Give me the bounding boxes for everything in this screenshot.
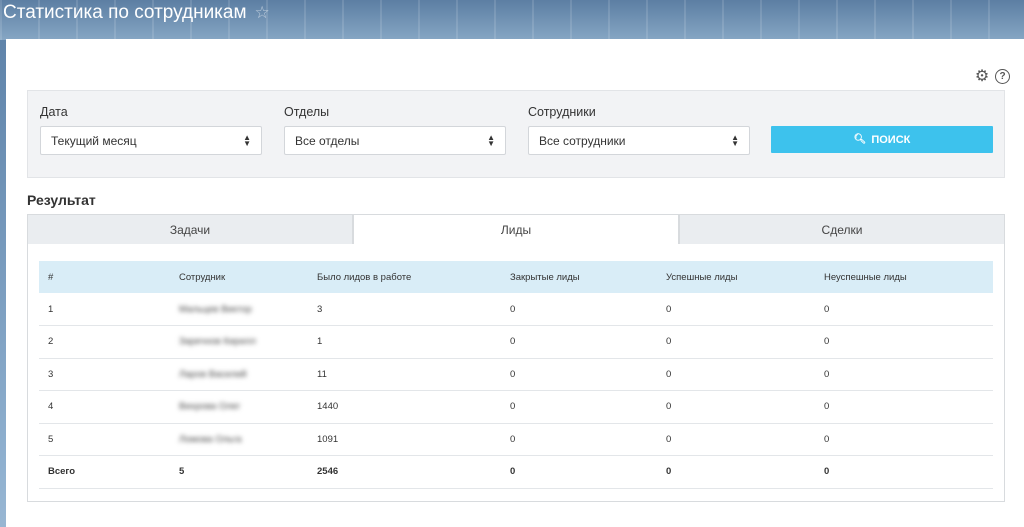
employees-select[interactable]: Все сотрудники ▲ ▼ bbox=[528, 126, 750, 155]
cell-closed-leads: 0 bbox=[510, 368, 516, 380]
tab-deals[interactable]: Сделки bbox=[679, 214, 1005, 245]
page-title-text: Статистика по сотрудникам bbox=[3, 2, 247, 23]
search-icon: 🔍︎ bbox=[853, 134, 867, 145]
column-header-number[interactable]: # bbox=[39, 261, 170, 293]
gear-icon[interactable]: ⚙ bbox=[974, 69, 990, 85]
cell-number: 1 bbox=[48, 303, 54, 315]
cell-leads-in-work: 11 bbox=[317, 368, 327, 380]
departments-select-value: Все отделы bbox=[295, 133, 360, 148]
table-row: 4 Вихрова Олег 1440 0 0 0 bbox=[39, 391, 993, 424]
cell-employee[interactable]: Вихрова Олег bbox=[170, 391, 308, 424]
cell-closed-leads: 0 bbox=[510, 336, 516, 348]
cell-employee[interactable]: Ломова Ольга bbox=[170, 423, 308, 456]
cell-unsuccessful-leads: 0 bbox=[824, 368, 830, 380]
leads-table: # Сотрудник Было лидов в работе Закрытые… bbox=[39, 261, 993, 489]
main-panel: ⚙ ? Дата Текущий месяц ▲ ▼ Отделы Все отд… bbox=[6, 39, 1024, 527]
date-select[interactable]: Текущий месяц ▲ ▼ bbox=[40, 126, 262, 155]
search-button-label: ПОИСК bbox=[871, 133, 911, 146]
cell-employee[interactable]: Мальцев Виктор bbox=[170, 293, 308, 326]
table-row: 2 Заречнов Кирилл 1 0 0 0 bbox=[39, 326, 993, 359]
tab-tasks[interactable]: Задачи bbox=[27, 214, 353, 245]
cell-total-closed-leads: 0 bbox=[510, 466, 516, 478]
select-arrows-icon: ▲ ▼ bbox=[487, 132, 495, 148]
column-header-unsuccessful-leads[interactable]: Неуспешные лиды bbox=[815, 261, 993, 293]
help-icon[interactable]: ? bbox=[995, 69, 1010, 84]
top-icons: ⚙ ? bbox=[974, 69, 1010, 85]
departments-select[interactable]: Все отделы ▲ ▼ bbox=[284, 126, 506, 155]
select-arrows-icon: ▲ ▼ bbox=[731, 132, 739, 148]
page-title: Статистика по сотрудникам ☆ bbox=[3, 1, 270, 25]
cell-leads-in-work: 1091 bbox=[317, 433, 339, 445]
cell-closed-leads: 0 bbox=[510, 303, 516, 315]
filter-box: Дата Текущий месяц ▲ ▼ Отделы Все отделы … bbox=[27, 90, 1005, 178]
cell-number: 5 bbox=[48, 433, 54, 445]
table-row: 5 Ломова Ольга 1091 0 0 0 bbox=[39, 423, 993, 456]
cell-total-unsuccessful-leads: 0 bbox=[824, 466, 830, 478]
cell-successful-leads: 0 bbox=[666, 368, 672, 380]
employees-label: Сотрудники bbox=[528, 105, 596, 119]
cell-successful-leads: 0 bbox=[666, 401, 672, 413]
column-header-closed-leads[interactable]: Закрытые лиды bbox=[501, 261, 657, 293]
cell-successful-leads: 0 bbox=[666, 303, 672, 315]
search-button[interactable]: 🔍︎ ПОИСК bbox=[771, 126, 993, 153]
cell-leads-in-work: 1 bbox=[317, 336, 323, 348]
cell-leads-in-work: 1440 bbox=[317, 401, 339, 413]
cell-leads-in-work: 3 bbox=[317, 303, 323, 315]
cell-total-leads-in-work: 2546 bbox=[317, 466, 339, 478]
table-header-row: # Сотрудник Было лидов в работе Закрытые… bbox=[39, 261, 993, 293]
column-header-employee[interactable]: Сотрудник bbox=[170, 261, 308, 293]
departments-label: Отделы bbox=[284, 105, 330, 119]
column-header-successful-leads[interactable]: Успешные лиды bbox=[657, 261, 815, 293]
cell-unsuccessful-leads: 0 bbox=[824, 303, 830, 315]
column-header-leads-in-work[interactable]: Было лидов в работе bbox=[308, 261, 501, 293]
employees-select-value: Все сотрудники bbox=[539, 133, 626, 148]
select-arrows-icon: ▲ ▼ bbox=[243, 132, 251, 148]
table-row: 1 Мальцев Виктор 3 0 0 0 bbox=[39, 293, 993, 326]
cell-successful-leads: 0 bbox=[666, 433, 672, 445]
tab-leads[interactable]: Лиды bbox=[353, 214, 679, 245]
cell-employee[interactable]: Ларов Василий bbox=[170, 358, 308, 391]
cell-total-successful-leads: 0 bbox=[666, 466, 672, 478]
table-row: 3 Ларов Василий 11 0 0 0 bbox=[39, 358, 993, 391]
cell-unsuccessful-leads: 0 bbox=[824, 336, 830, 348]
date-select-value: Текущий месяц bbox=[51, 133, 137, 148]
tab-content-leads: # Сотрудник Было лидов в работе Закрытые… bbox=[27, 244, 1005, 502]
cell-total-employees: 5 bbox=[179, 466, 185, 478]
cell-closed-leads: 0 bbox=[510, 433, 516, 445]
result-tabs: Задачи Лиды Сделки bbox=[27, 214, 1005, 245]
table-total-row: Всего 5 2546 0 0 0 bbox=[39, 456, 993, 488]
cell-unsuccessful-leads: 0 bbox=[824, 433, 830, 445]
date-label: Дата bbox=[40, 105, 68, 119]
cell-number: 3 bbox=[48, 368, 54, 380]
cell-total-label: Всего bbox=[48, 466, 76, 478]
result-title: Результат bbox=[27, 192, 96, 208]
cell-successful-leads: 0 bbox=[666, 336, 672, 348]
cell-number: 2 bbox=[48, 336, 54, 348]
cell-employee[interactable]: Заречнов Кирилл bbox=[170, 326, 308, 359]
star-icon[interactable]: ☆ bbox=[255, 3, 270, 23]
cell-unsuccessful-leads: 0 bbox=[824, 401, 830, 413]
cell-number: 4 bbox=[48, 401, 54, 413]
cell-closed-leads: 0 bbox=[510, 401, 516, 413]
